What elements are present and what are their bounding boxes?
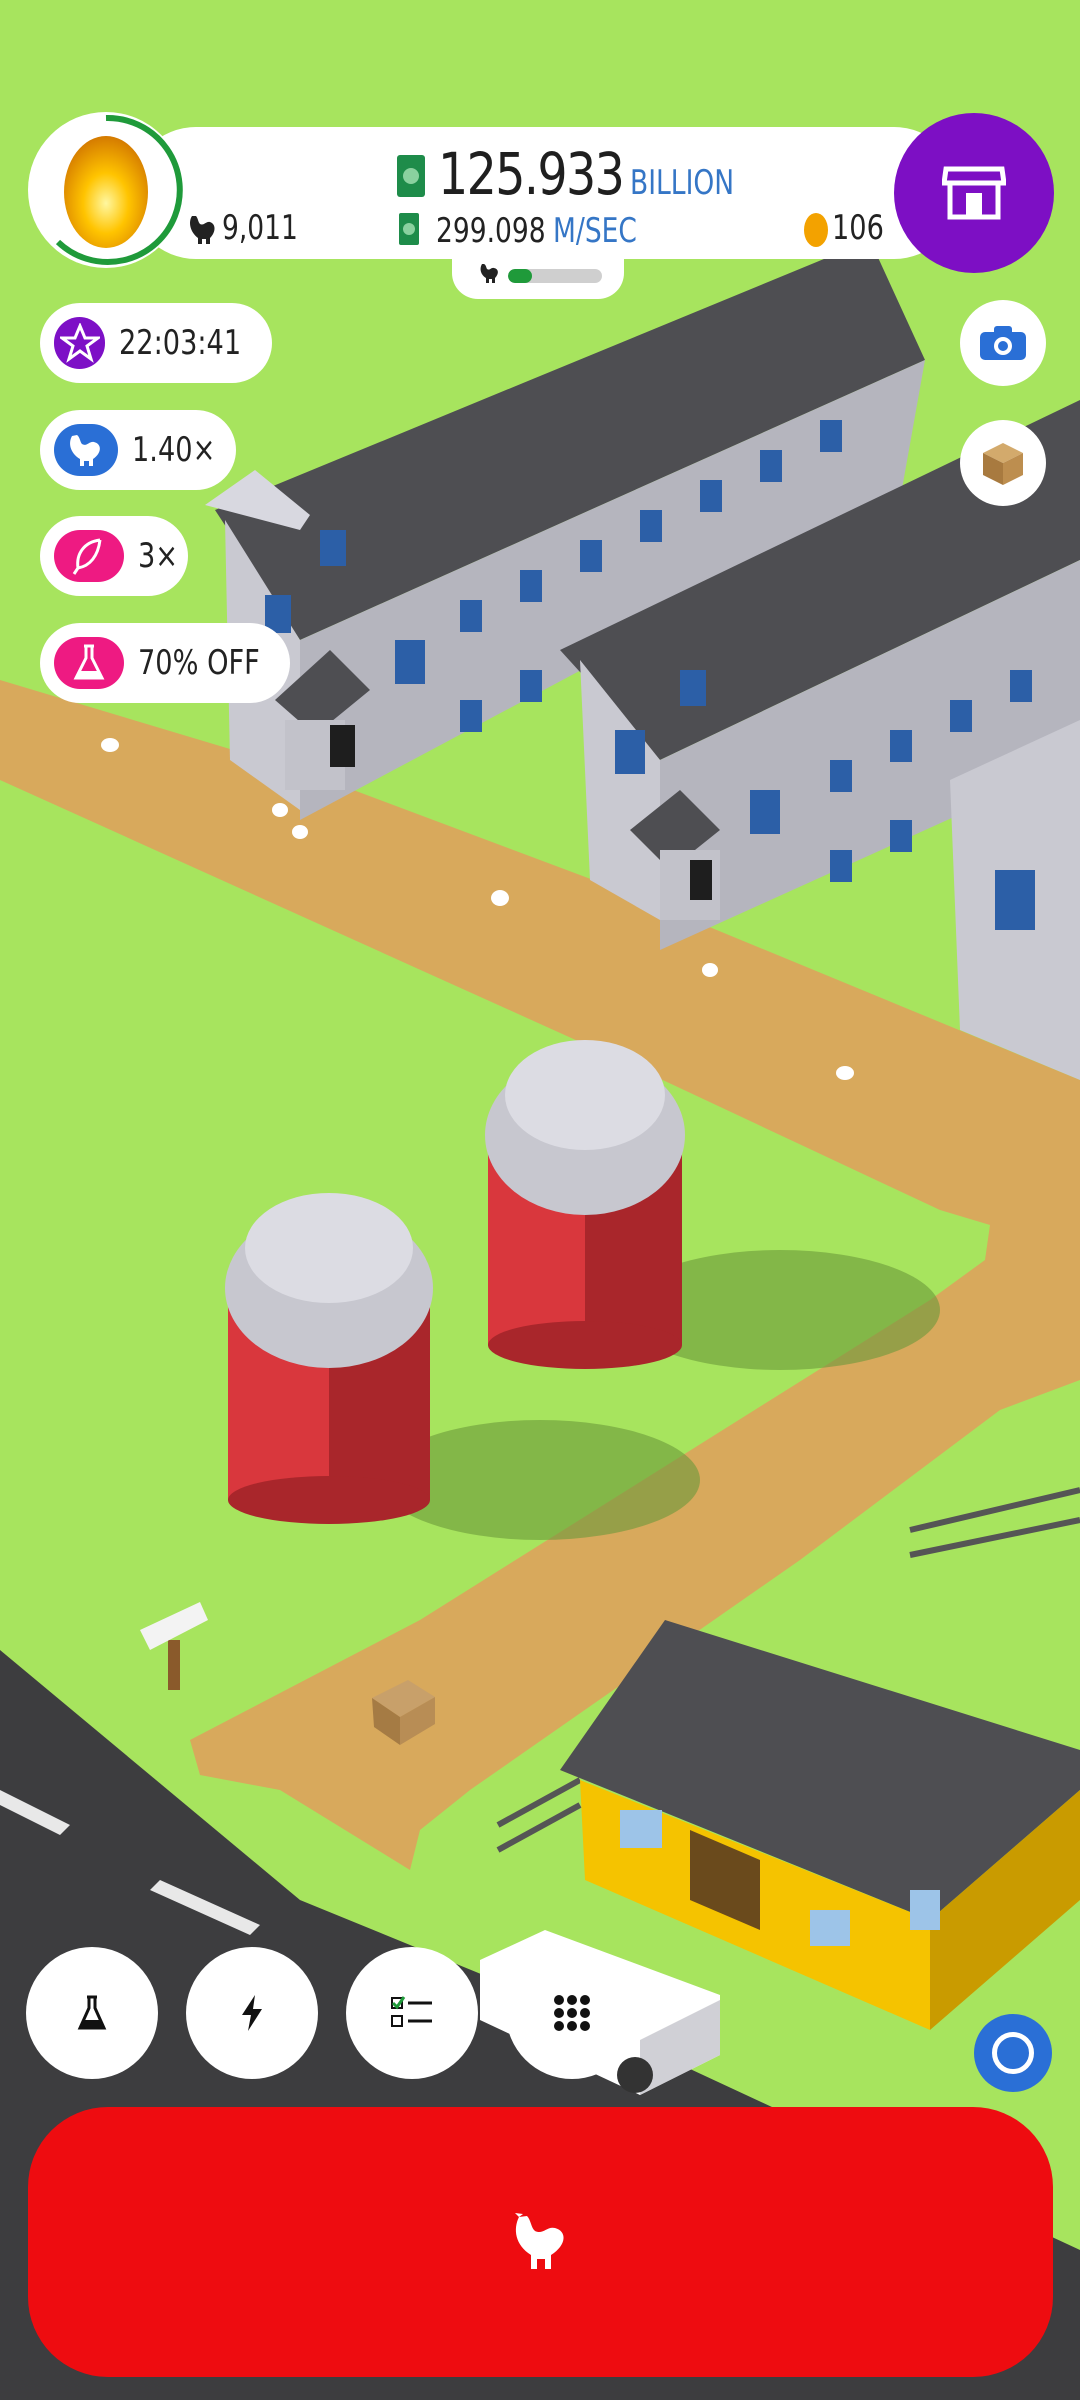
gold-egg-small-icon xyxy=(804,213,828,247)
research-discount-pill[interactable]: 70% OFF xyxy=(40,623,290,703)
laying-boost-pill[interactable]: 3× xyxy=(40,516,188,596)
research-discount-label: 70% OFF xyxy=(137,643,260,683)
circle-icon xyxy=(992,2032,1034,2074)
money-display: 125.933 BILLION xyxy=(396,140,763,208)
laying-boost-label: 3× xyxy=(137,536,178,576)
lightning-icon xyxy=(242,1995,262,2031)
camera-button[interactable] xyxy=(960,300,1046,386)
rate-value: 299.098 xyxy=(436,211,546,251)
grid-icon xyxy=(554,1995,590,2031)
hatch-chicken-button[interactable] xyxy=(28,2107,1053,2377)
hab-capacity-tab[interactable] xyxy=(452,255,624,299)
boost-timer-label: 22:03:41 xyxy=(119,323,242,363)
boost-icon-bg xyxy=(54,530,124,582)
money-value: 125.933 xyxy=(438,140,625,208)
cash-icon xyxy=(397,155,425,197)
earning-rate: 299.098 M/SEC xyxy=(399,208,660,251)
boosts-button[interactable] xyxy=(186,1947,318,2079)
progress-ring xyxy=(55,114,183,265)
chicken-icon xyxy=(69,435,100,466)
flask-icon xyxy=(73,644,105,680)
shop-icon xyxy=(942,166,1006,220)
hab-progress-track xyxy=(508,269,602,283)
star-icon xyxy=(59,323,100,363)
shop-button[interactable] xyxy=(894,113,1054,273)
barn-far-right xyxy=(950,720,1080,1080)
boost-timer-pill[interactable]: 22:03:41 xyxy=(40,303,272,383)
flask-icon xyxy=(77,1995,107,2030)
chicken-count: 9,011 xyxy=(222,208,298,248)
overlay-circle-button[interactable] xyxy=(974,2014,1052,2092)
earnings-boost-label: 1.40× xyxy=(131,430,216,470)
rate-unit: M/SEC xyxy=(552,211,637,251)
boost-icon-bg xyxy=(54,317,106,369)
menu-grid-button[interactable] xyxy=(506,1947,638,2079)
cash-small-icon xyxy=(399,213,419,245)
checklist-icon xyxy=(391,1996,432,2027)
hab-progress-fill xyxy=(508,269,532,283)
boost-icon-bg xyxy=(54,637,124,689)
earnings-boost-pill[interactable]: 1.40× xyxy=(40,410,236,490)
feather-icon xyxy=(72,538,102,575)
chicken-icon xyxy=(514,2213,564,2269)
research-button[interactable] xyxy=(26,1947,158,2079)
golden-egg-count: 106 xyxy=(832,208,884,248)
boost-icon-bg xyxy=(54,424,118,476)
camera-icon xyxy=(980,326,1026,360)
money-unit: BILLION xyxy=(629,163,734,203)
chick-small-icon xyxy=(480,264,498,283)
box-icon xyxy=(983,443,1023,485)
missions-button[interactable] xyxy=(346,1947,478,2079)
gift-box-button[interactable] xyxy=(960,420,1046,506)
chicken-icon xyxy=(190,216,215,244)
